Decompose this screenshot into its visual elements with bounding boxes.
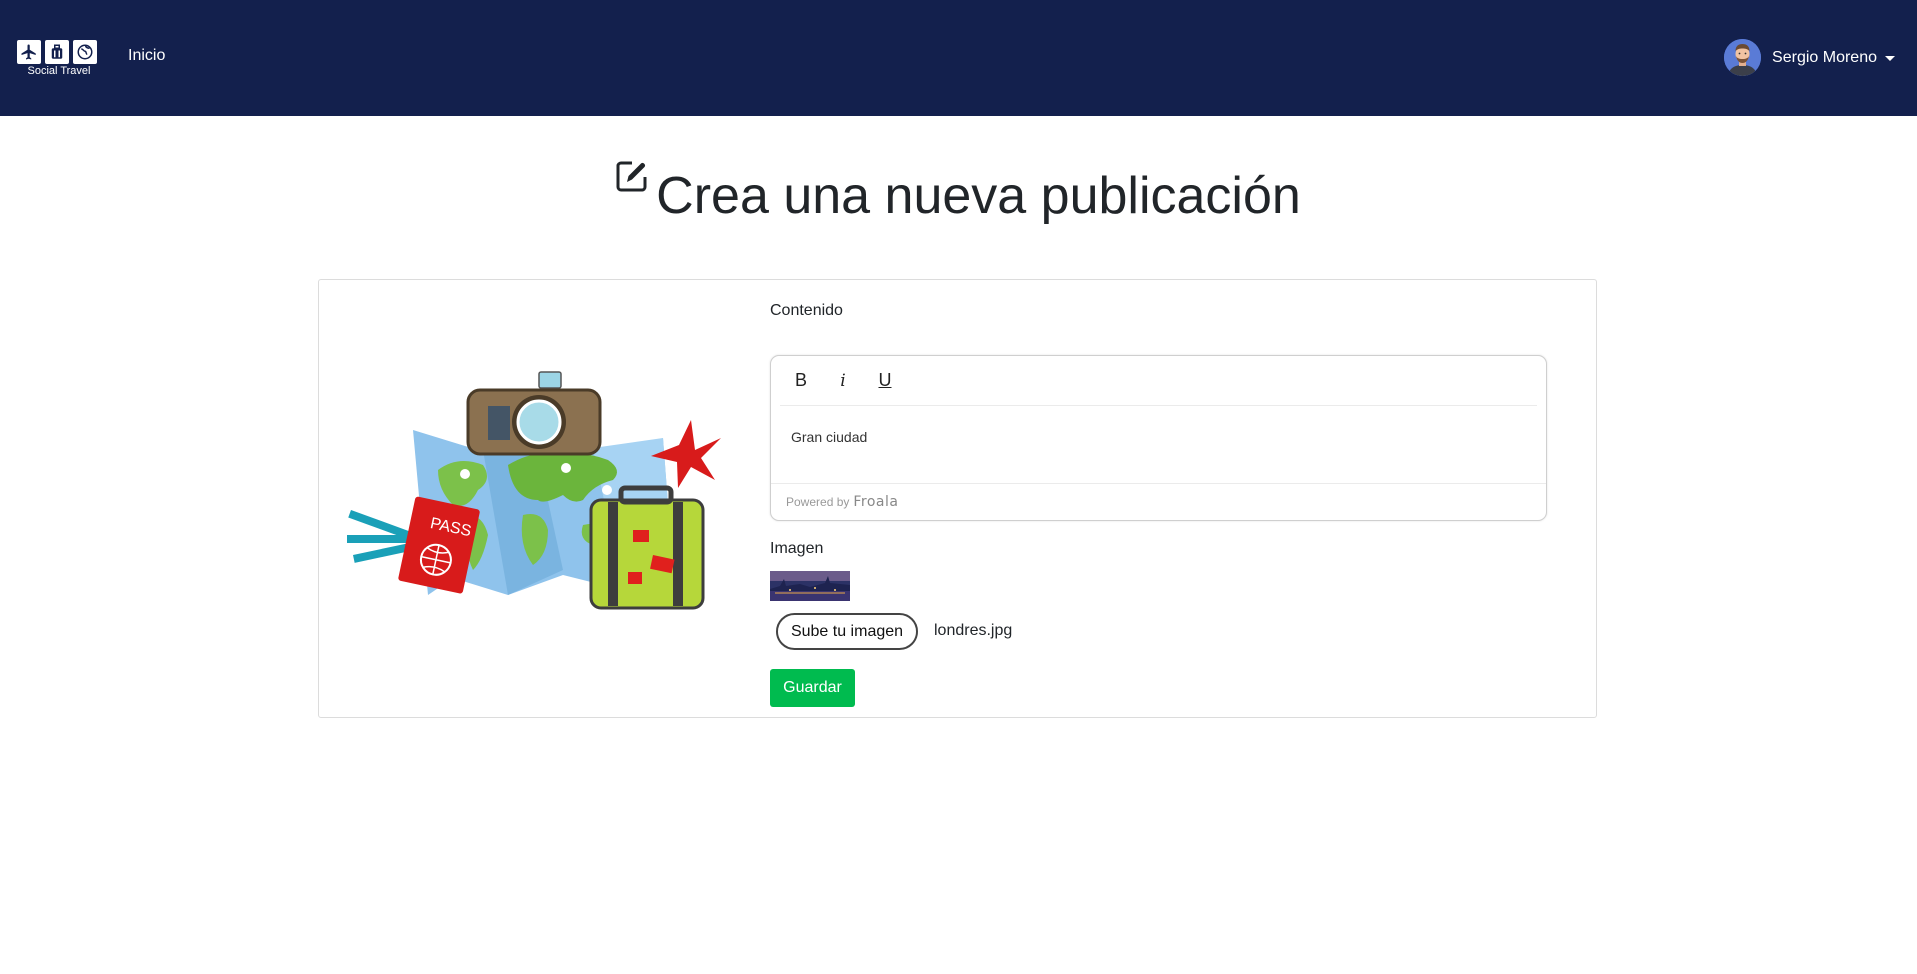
brand-logo[interactable]: Social Travel	[17, 40, 101, 78]
page-title: Crea una nueva publicación	[616, 158, 1301, 224]
froala-logo[interactable]: Froala	[853, 494, 898, 510]
airplane-icon	[17, 40, 41, 64]
rich-text-editor[interactable]: B i U Gran ciudad Powered by Froala	[770, 355, 1547, 521]
new-post-card: PASS Contenido B i U Gran ciudad Powered…	[318, 279, 1597, 718]
upload-image-button[interactable]: Sube tu imagen	[776, 613, 918, 650]
content-label: Contenido	[770, 302, 843, 319]
powered-by-text: Powered by	[786, 495, 850, 509]
page-title-text: Crea una nueva publicación	[656, 167, 1301, 225]
post-form: Contenido B i U Gran ciudad Powered by F…	[770, 302, 1560, 707]
editor-toolbar: B i U	[780, 356, 1537, 406]
nav-link-inicio[interactable]: Inicio	[128, 47, 165, 65]
page-title-wrapper: Crea una nueva publicación	[0, 158, 1917, 224]
navbar: Social Travel Inicio Sergio Moreno	[0, 0, 1917, 116]
user-name: Sergio Moreno	[1772, 48, 1877, 66]
edit-square-icon	[616, 158, 651, 192]
underline-button[interactable]: U	[864, 361, 906, 401]
user-menu-dropdown[interactable]: Sergio Moreno	[1724, 39, 1895, 76]
bold-button[interactable]: B	[780, 361, 822, 401]
file-name: londres.jpg	[934, 622, 1013, 639]
italic-button[interactable]: i	[822, 361, 864, 401]
avatar	[1724, 39, 1762, 76]
image-label: Imagen	[770, 540, 824, 557]
globe-icon	[73, 40, 97, 64]
image-thumbnail	[770, 571, 850, 601]
caret-down-icon	[1885, 56, 1895, 61]
brand-icons	[17, 40, 101, 64]
editor-content-area[interactable]: Gran ciudad	[791, 429, 867, 445]
luggage-icon	[45, 40, 69, 64]
save-button[interactable]: Guardar	[770, 669, 855, 707]
brand-text: Social Travel	[27, 65, 91, 77]
travel-illustration: PASS	[347, 371, 721, 610]
editor-footer: Powered by Froala	[771, 483, 1546, 520]
